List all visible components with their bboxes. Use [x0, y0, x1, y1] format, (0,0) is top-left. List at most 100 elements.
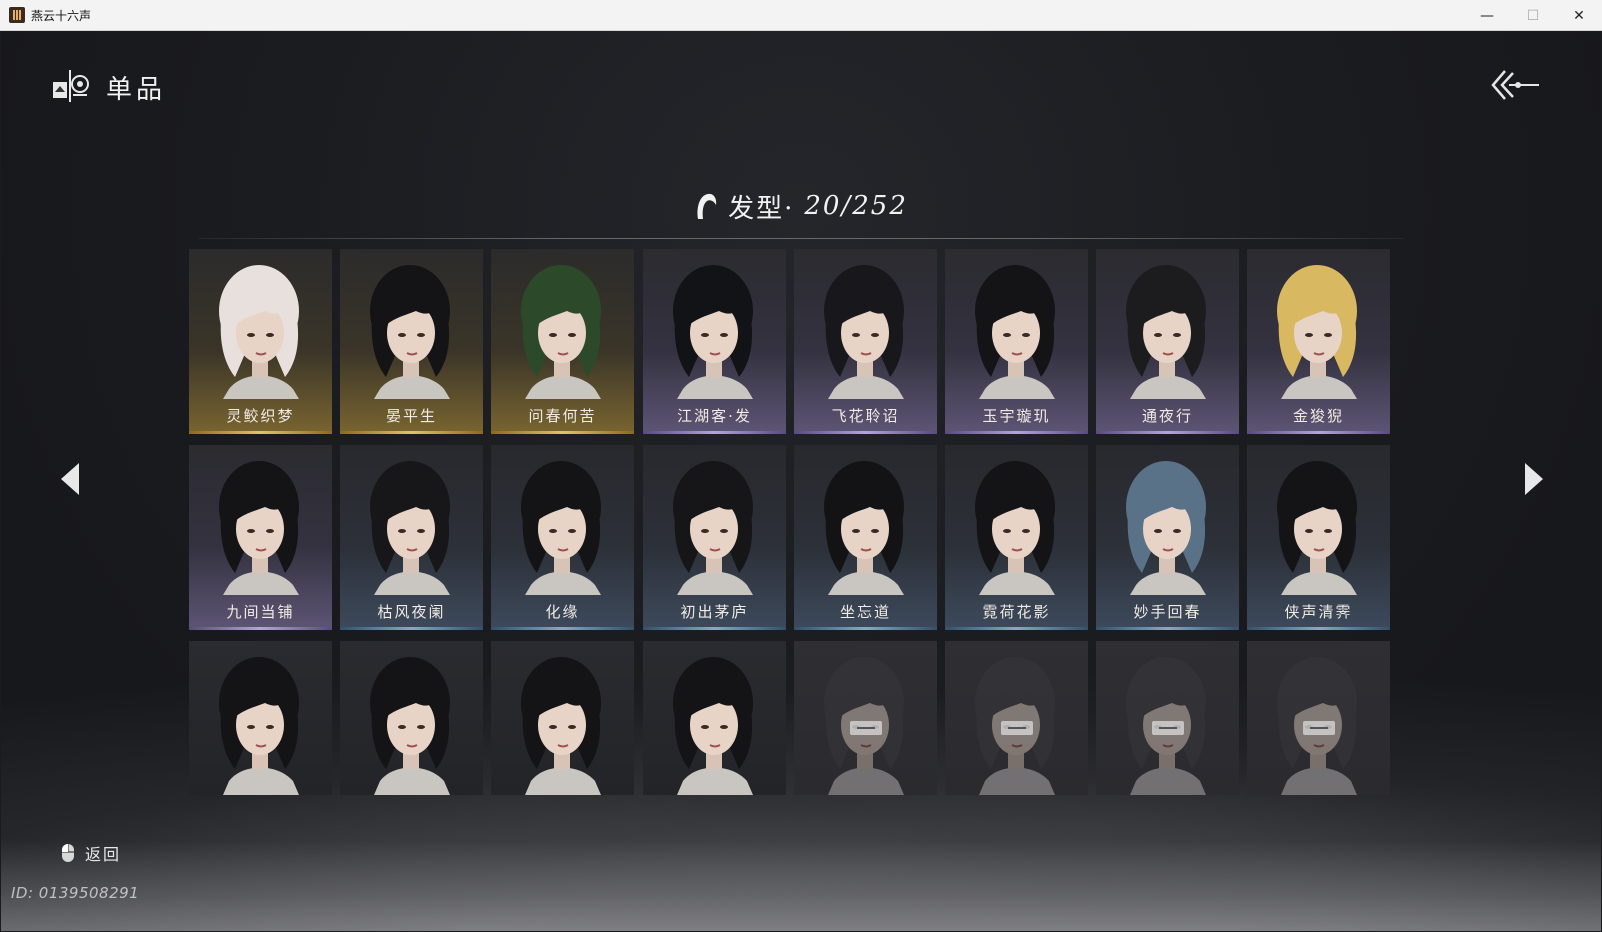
- character-portrait: [1277, 461, 1357, 595]
- character-portrait: [370, 657, 450, 795]
- rarity-bar: [340, 627, 483, 630]
- character-portrait: [370, 265, 450, 399]
- triangle-left-icon[interactable]: [59, 461, 83, 497]
- hairstyle-name: 江湖客·发: [677, 407, 752, 425]
- character-portrait: [673, 265, 753, 399]
- hairstyle-card[interactable]: [491, 641, 634, 795]
- hairstyle-card[interactable]: 九间当铺: [189, 445, 332, 630]
- game-viewport: 单品 发型· 20/252 灵鲛织梦 晏平生 问春何苦 江湖客·发 飞花聆诏 玉宇璇玑 通夜…: [1, 31, 1601, 931]
- hairstyle-card[interactable]: 初出茅庐: [643, 445, 786, 630]
- rarity-bar: [794, 431, 937, 434]
- character-portrait: [1277, 265, 1357, 399]
- window-title: 燕云十六声: [31, 9, 92, 23]
- hair-icon: [697, 193, 717, 219]
- hairstyle-name: 坐忘道: [839, 603, 891, 621]
- hairstyle-name: 问春何苦: [528, 407, 597, 425]
- hairstyle-card[interactable]: 金狻猊: [1247, 249, 1390, 434]
- locked-hairstyle-card[interactable]: [1247, 641, 1390, 795]
- lock-icon: [1001, 721, 1033, 735]
- character-portrait: [673, 657, 753, 795]
- hairstyle-card[interactable]: 坐忘道: [794, 445, 937, 630]
- lock-icon: [850, 721, 882, 735]
- hairstyle-card[interactable]: [189, 641, 332, 795]
- hairstyle-card[interactable]: 玉宇璇玑: [945, 249, 1088, 434]
- mouse-icon: [62, 844, 74, 862]
- page-title: 单品: [106, 75, 167, 105]
- character-portrait: [521, 657, 601, 795]
- snow-ground: [1, 841, 1601, 931]
- character-portrait: [1126, 265, 1206, 399]
- hairstyle-card[interactable]: 霓荷花影: [945, 445, 1088, 630]
- character-portrait: [975, 265, 1055, 399]
- character-portrait: [1277, 657, 1357, 795]
- hairstyle-name: 灵鲛织梦: [226, 407, 295, 425]
- character-portrait: [219, 461, 299, 595]
- rarity-bar: [1096, 431, 1239, 434]
- hairstyle-name: 玉宇璇玑: [982, 407, 1051, 425]
- hairstyle-name: 晏平生: [385, 407, 437, 425]
- hairstyle-name: 飞花聆诏: [831, 407, 900, 425]
- character-portrait: [521, 265, 601, 399]
- lock-icon: [1303, 721, 1335, 735]
- hairstyle-card[interactable]: 妙手回春: [1096, 445, 1239, 630]
- rarity-bar: [189, 627, 332, 630]
- hairstyle-card[interactable]: [340, 641, 483, 795]
- hairstyle-card[interactable]: 晏平生: [340, 249, 483, 434]
- character-portrait: [824, 265, 904, 399]
- category-label: 发型·: [728, 193, 795, 224]
- character-portrait: [370, 461, 450, 595]
- minimize-button[interactable]: —: [1464, 0, 1510, 31]
- close-button[interactable]: ✕: [1556, 0, 1602, 31]
- hairstyle-card[interactable]: 枯风夜阑: [340, 445, 483, 630]
- back-label: 返回: [85, 845, 122, 864]
- character-portrait: [521, 461, 601, 595]
- item-icon: [53, 70, 89, 102]
- hairstyle-name: 初出茅庐: [680, 603, 749, 621]
- character-portrait: [219, 657, 299, 795]
- character-portrait: [219, 265, 299, 399]
- hairstyle-name: 化缘: [545, 603, 580, 621]
- hairstyle-name: 侠声清霁: [1284, 603, 1353, 621]
- hairstyle-name: 妙手回春: [1133, 603, 1202, 621]
- rarity-bar: [643, 627, 786, 630]
- locked-hairstyle-card[interactable]: [945, 641, 1088, 795]
- hairstyle-card[interactable]: 问春何苦: [491, 249, 634, 434]
- triangle-right-icon[interactable]: [1521, 461, 1545, 497]
- back-button[interactable]: 返回: [61, 841, 121, 865]
- rarity-bar: [945, 627, 1088, 630]
- character-portrait: [1126, 461, 1206, 595]
- window-titlebar: 燕云十六声 — ☐ ✕: [0, 0, 1602, 31]
- lock-icon: [1152, 721, 1184, 735]
- locked-hairstyle-card[interactable]: [1096, 641, 1239, 795]
- locked-hairstyle-card[interactable]: [794, 641, 937, 795]
- hairstyle-card[interactable]: 通夜行: [1096, 249, 1239, 434]
- hairstyle-card[interactable]: 灵鲛织梦: [189, 249, 332, 434]
- hairstyle-card[interactable]: 飞花聆诏: [794, 249, 937, 434]
- character-portrait: [673, 461, 753, 595]
- hairstyle-card[interactable]: 化缘: [491, 445, 634, 630]
- double-chevron-left-icon[interactable]: [1491, 67, 1541, 103]
- character-portrait: [975, 461, 1055, 595]
- hairstyle-card[interactable]: 侠声清霁: [1247, 445, 1390, 630]
- rarity-bar: [1096, 627, 1239, 630]
- rarity-bar: [491, 431, 634, 434]
- rarity-bar: [189, 431, 332, 434]
- rarity-bar: [794, 627, 937, 630]
- category-count: 20/252: [804, 191, 908, 221]
- character-portrait: [975, 657, 1055, 795]
- hairstyle-card[interactable]: 江湖客·发: [643, 249, 786, 434]
- app-icon: [9, 7, 25, 23]
- player-id: ID: 0139508291: [11, 884, 140, 902]
- header-divider: [198, 238, 1404, 239]
- hairstyle-name: 通夜行: [1141, 407, 1193, 425]
- character-portrait: [824, 461, 904, 595]
- hairstyle-name: 枯风夜阑: [377, 603, 446, 621]
- rarity-bar: [945, 431, 1088, 434]
- hairstyle-name: 金狻猊: [1292, 407, 1344, 425]
- hairstyle-card[interactable]: [643, 641, 786, 795]
- hairstyle-name: 霓荷花影: [982, 603, 1051, 621]
- rarity-bar: [340, 431, 483, 434]
- maximize-button[interactable]: ☐: [1510, 0, 1556, 31]
- character-portrait: [1126, 657, 1206, 795]
- rarity-bar: [643, 431, 786, 434]
